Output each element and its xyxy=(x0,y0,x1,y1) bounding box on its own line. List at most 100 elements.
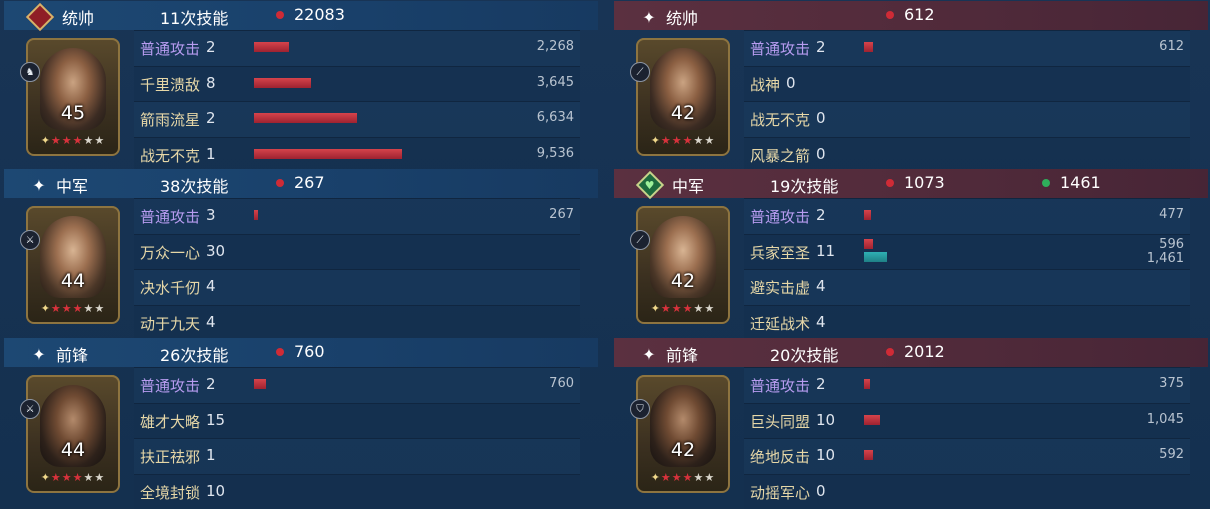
spark-icon: ✦ xyxy=(642,6,656,28)
skill-uses: 4 xyxy=(206,313,216,331)
skill-damage-value: 6,634 xyxy=(537,110,574,125)
skill-row[interactable]: 雄才大略15 xyxy=(134,403,580,439)
skill-name: 普通攻击 xyxy=(140,206,200,227)
skill-row[interactable]: 箭雨流星26,634 xyxy=(134,101,580,137)
skill-damage-value: 612 xyxy=(1159,39,1184,54)
star-icon: ★ xyxy=(683,302,694,315)
skill-uses: 3 xyxy=(206,206,216,224)
skill-row[interactable]: 动摇军心0 xyxy=(744,474,1190,509)
damage-value: 1073 xyxy=(904,173,945,192)
skill-row[interactable]: 战无不克19,536 xyxy=(134,137,580,173)
skill-name: 普通攻击 xyxy=(140,375,200,396)
general-portrait[interactable]: 42✦★★★★★⛉ xyxy=(636,375,730,493)
role-name: 前锋 xyxy=(56,342,88,366)
spark-icon: ✦ xyxy=(32,174,46,196)
skill-row[interactable]: 动于九天4 xyxy=(134,305,580,341)
star-rating: ✦★★★★★ xyxy=(26,134,120,147)
skill-uses: 4 xyxy=(816,313,826,331)
damage-bar xyxy=(254,78,311,88)
skill-row[interactable]: 决水千仞4 xyxy=(134,269,580,305)
skill-damage-value: 592 xyxy=(1159,447,1184,462)
skill-count: 38次技能 xyxy=(160,173,228,197)
heal-value: 1461 xyxy=(1060,173,1101,192)
star-icon: ★ xyxy=(51,134,62,147)
skill-uses: 0 xyxy=(786,74,796,92)
skill-row[interactable]: 扶正祛邪1 xyxy=(134,438,580,474)
general-portrait[interactable]: 42✦★★★★★⟋ xyxy=(636,38,730,156)
damage-bar xyxy=(254,210,258,220)
star-icon: ★ xyxy=(94,302,105,315)
skill-row[interactable]: 普通攻击2612 xyxy=(744,30,1190,66)
skill-row[interactable]: 风暴之箭0 xyxy=(744,137,1190,173)
role-label: ✦统帅 xyxy=(638,5,698,29)
skill-name: 兵家至圣 xyxy=(750,242,810,263)
damage-dot-icon xyxy=(276,11,284,19)
role-name: 中军 xyxy=(672,173,704,197)
spark-icon: ✦ xyxy=(642,343,656,365)
damage-total: 1073 xyxy=(886,173,945,192)
damage-total: 267 xyxy=(276,173,325,192)
skill-damage-value: 1,045 xyxy=(1147,412,1184,427)
skill-damage-value: 267 xyxy=(549,207,574,222)
role-label: ✦前锋 xyxy=(638,342,698,366)
skill-row[interactable]: 普通攻击2760 xyxy=(134,367,580,403)
skill-row[interactable]: 避实击虚4 xyxy=(744,269,1190,305)
star-icon: ★ xyxy=(694,471,705,484)
skill-uses: 2 xyxy=(816,375,826,393)
skill-row[interactable]: 千里溃敌83,645 xyxy=(134,66,580,102)
skill-uses: 2 xyxy=(206,38,216,56)
general-header: ♥中军19次技能10731461 xyxy=(614,169,1208,198)
general-portrait[interactable]: 44✦★★★★★⚔ xyxy=(26,375,120,493)
damage-bar xyxy=(254,149,402,159)
general-portrait[interactable]: 44✦★★★★★⚔ xyxy=(26,206,120,324)
infantry-icon: ⚔ xyxy=(20,399,40,419)
role-name: 统帅 xyxy=(62,5,94,29)
general-header: ✦前锋26次技能760 xyxy=(4,338,598,367)
skill-row[interactable]: 普通攻击 3 267 xyxy=(134,198,580,234)
damage-dot-icon xyxy=(886,179,894,187)
general-header: 统帅11次技能22083 xyxy=(4,1,598,30)
general-portrait[interactable]: 45✦★★★★★♞ xyxy=(26,38,120,156)
skill-row[interactable]: 普通攻击2375 xyxy=(744,367,1190,403)
skill-damage-value: 9,536 xyxy=(537,146,574,161)
damage-value: 22083 xyxy=(294,5,345,24)
awaken-icon: ✦ xyxy=(41,134,51,147)
role-label: ✦ 前锋 xyxy=(28,342,88,366)
skill-count: 20次技能 xyxy=(770,342,838,366)
skill-uses: 1 xyxy=(206,446,216,464)
skill-row[interactable]: 万众一心30 xyxy=(134,234,580,270)
star-icon: ★ xyxy=(94,134,105,147)
skill-name: 战无不克 xyxy=(140,145,200,166)
skill-row[interactable]: 全境封锁10 xyxy=(134,474,580,509)
skill-row[interactable]: 绝地反击10592 xyxy=(744,438,1190,474)
skill-row[interactable]: 普通攻击 2 2,268 xyxy=(134,30,580,66)
skill-row[interactable]: 普通攻击2477 xyxy=(744,198,1190,234)
star-icon: ★ xyxy=(694,302,705,315)
skill-uses: 2 xyxy=(206,375,216,393)
skill-row[interactable]: 战神0 xyxy=(744,66,1190,102)
skill-list: 普通攻击 3 267 万众一心30决水千仞4动于九天4 xyxy=(134,198,580,340)
skill-uses: 0 xyxy=(816,145,826,163)
skill-row[interactable]: 兵家至圣115961,461 xyxy=(744,234,1190,270)
star-icon: ★ xyxy=(73,302,84,315)
spark-icon: ✦ xyxy=(32,343,46,365)
skill-name: 避实击虚 xyxy=(750,277,810,298)
skill-row[interactable]: 迁延战术4 xyxy=(744,305,1190,341)
star-icon: ★ xyxy=(683,134,694,147)
skill-name: 普通攻击 xyxy=(750,375,810,396)
skill-uses: 30 xyxy=(206,242,225,260)
damage-bar xyxy=(864,379,870,389)
awaken-icon: ✦ xyxy=(651,134,661,147)
skill-damage-value: 2,268 xyxy=(537,39,574,54)
skill-row[interactable]: 战无不克0 xyxy=(744,101,1190,137)
skill-uses: 10 xyxy=(816,446,835,464)
star-icon: ★ xyxy=(51,302,62,315)
skill-list: 普通攻击2760雄才大略15扶正祛邪1全境封锁10 xyxy=(134,367,580,509)
star-icon: ★ xyxy=(62,302,73,315)
skill-name: 普通攻击 xyxy=(140,38,200,59)
general-level: 42 xyxy=(636,102,730,124)
skill-name: 雄才大略 xyxy=(140,411,200,432)
skill-row[interactable]: 巨头同盟101,045 xyxy=(744,403,1190,439)
damage-bar xyxy=(864,415,880,425)
general-portrait[interactable]: 42✦★★★★★⟋ xyxy=(636,206,730,324)
